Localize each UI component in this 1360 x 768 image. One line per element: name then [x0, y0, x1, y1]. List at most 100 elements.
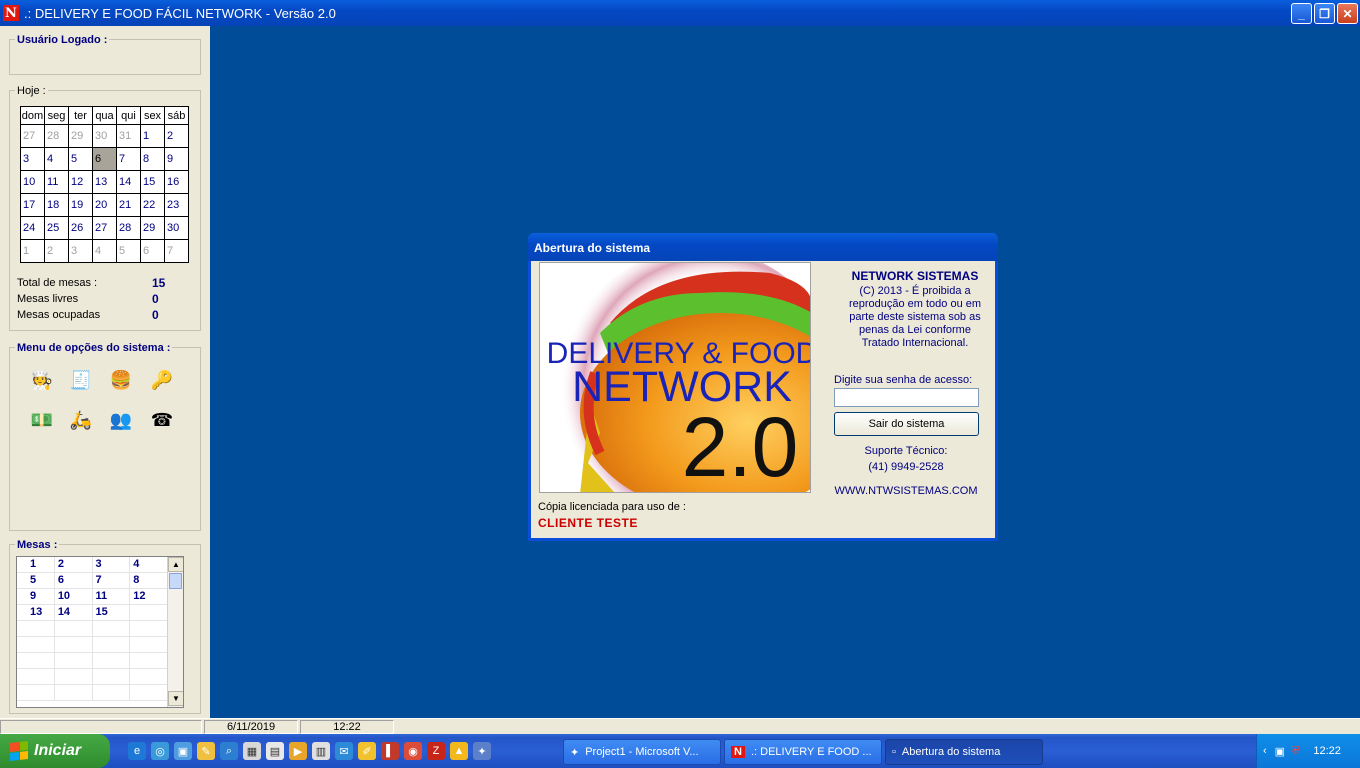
table-cell[interactable]: 14: [55, 605, 93, 620]
table-cell[interactable]: [93, 653, 131, 668]
dialog-title[interactable]: Abertura do sistema: [528, 233, 998, 261]
calendar-day[interactable]: 3: [20, 147, 45, 171]
calendar-day[interactable]: 9: [164, 147, 189, 171]
table-cell[interactable]: 4: [130, 557, 169, 572]
table-cell[interactable]: [55, 669, 93, 684]
table-cell[interactable]: [17, 637, 55, 652]
calendar-day[interactable]: 29: [68, 124, 93, 148]
tables-scrollbar[interactable]: ▲ ▼: [167, 557, 183, 707]
document-icon[interactable]: ▤: [266, 742, 284, 760]
table-cell[interactable]: 8: [130, 573, 169, 588]
warning-icon[interactable]: ▲: [450, 742, 468, 760]
desktop-icon[interactable]: ▣: [174, 742, 192, 760]
calendar-day[interactable]: 16: [164, 170, 189, 194]
mail-icon[interactable]: ✉: [335, 742, 353, 760]
calendar-day[interactable]: 18: [44, 193, 69, 217]
notepad-icon[interactable]: ✎: [197, 742, 215, 760]
cash-register-icon[interactable]: 🧾: [69, 368, 93, 392]
scroll-up-arrow-icon[interactable]: ▲: [168, 557, 183, 572]
table-cell[interactable]: [130, 653, 169, 668]
calendar-day[interactable]: 27: [92, 216, 117, 240]
table-cell[interactable]: 15: [93, 605, 131, 620]
calendar-day[interactable]: 25: [44, 216, 69, 240]
calendar-day[interactable]: 30: [164, 216, 189, 240]
calendar-day[interactable]: 4: [92, 239, 117, 263]
calendar-day[interactable]: 10: [20, 170, 45, 194]
tray-expand-icon[interactable]: ‹: [1263, 745, 1267, 757]
tables-grid[interactable]: 1 2 3 4 5 6 7 8 9 10 11 12 13 14 15 ▲ ▼: [16, 556, 184, 708]
calendar-day[interactable]: 1: [140, 124, 165, 148]
browser-icon[interactable]: ◎: [151, 742, 169, 760]
table-cell[interactable]: [55, 621, 93, 636]
table-cell[interactable]: 2: [55, 557, 93, 572]
table-cell[interactable]: 5: [17, 573, 55, 588]
taskbar-button-abertura[interactable]: ▫ Abertura do sistema: [885, 739, 1043, 765]
calendar-day[interactable]: 12: [68, 170, 93, 194]
ie-icon[interactable]: e: [128, 742, 146, 760]
restore-button[interactable]: ❐: [1314, 3, 1335, 24]
calendar-day[interactable]: 2: [44, 239, 69, 263]
calendar-day[interactable]: 21: [116, 193, 141, 217]
key-icon[interactable]: 🔑: [150, 368, 174, 392]
calendar[interactable]: dom seg ter qua qui sex sáb 27 28 29 30 …: [20, 106, 189, 263]
scooter-icon[interactable]: 🛵: [69, 408, 93, 432]
calendar-day[interactable]: 15: [140, 170, 165, 194]
table-cell[interactable]: 12: [130, 589, 169, 604]
calendar-day[interactable]: 11: [44, 170, 69, 194]
calendar-day[interactable]: 24: [20, 216, 45, 240]
calendar-day[interactable]: 3: [68, 239, 93, 263]
table-cell[interactable]: [93, 621, 131, 636]
calendar-day[interactable]: 5: [116, 239, 141, 263]
calendar-day[interactable]: 1: [20, 239, 45, 263]
table-cell[interactable]: 11: [93, 589, 131, 604]
vb-project-icon[interactable]: ✦: [473, 742, 491, 760]
table-cell[interactable]: 7: [93, 573, 131, 588]
table-cell[interactable]: [93, 685, 131, 700]
password-input[interactable]: [834, 388, 979, 407]
calendar-day[interactable]: 4: [44, 147, 69, 171]
chef-icon[interactable]: 🧑‍🍳: [30, 368, 54, 392]
books-icon[interactable]: ▌: [381, 742, 399, 760]
table-cell[interactable]: 9: [17, 589, 55, 604]
money-icon[interactable]: 💵: [30, 408, 54, 432]
table-cell[interactable]: 3: [93, 557, 131, 572]
calendar-day[interactable]: 13: [92, 170, 117, 194]
calendar-day[interactable]: 29: [140, 216, 165, 240]
calendar-day[interactable]: 20: [92, 193, 117, 217]
exit-system-button[interactable]: Sair do sistema: [834, 412, 979, 436]
calendar-day[interactable]: 19: [68, 193, 93, 217]
table-cell[interactable]: [55, 685, 93, 700]
table-cell[interactable]: [130, 621, 169, 636]
chrome-icon[interactable]: ◉: [404, 742, 422, 760]
website-link[interactable]: WWW.NTWSISTEMAS.COM: [833, 485, 979, 497]
archive-icon[interactable]: ▥: [312, 742, 330, 760]
calendar-day[interactable]: 6: [140, 239, 165, 263]
scroll-thumb[interactable]: [169, 573, 182, 589]
taskbar-button-delivery[interactable]: N .: DELIVERY E FOOD ...: [724, 739, 882, 765]
pencil-icon[interactable]: ✐: [358, 742, 376, 760]
calendar-day[interactable]: 17: [20, 193, 45, 217]
calendar-day[interactable]: 7: [164, 239, 189, 263]
calendar-day[interactable]: 14: [116, 170, 141, 194]
calendar-day-today[interactable]: 6: [92, 147, 117, 171]
close-button[interactable]: ✕: [1337, 3, 1358, 24]
table-cell[interactable]: [130, 669, 169, 684]
calendar-day[interactable]: 28: [116, 216, 141, 240]
calendar-day[interactable]: 7: [116, 147, 141, 171]
minimize-button[interactable]: _: [1291, 3, 1312, 24]
table-cell[interactable]: [17, 669, 55, 684]
table-cell[interactable]: 10: [55, 589, 93, 604]
table-cell[interactable]: [93, 637, 131, 652]
table-cell[interactable]: [55, 637, 93, 652]
network-icon[interactable]: ▣: [1275, 745, 1285, 758]
table-cell[interactable]: 1: [17, 557, 55, 572]
main-title-bar[interactable]: N .: DELIVERY E FOOD FÁCIL NETWORK - Ver…: [0, 0, 1360, 26]
table-cell[interactable]: [130, 685, 169, 700]
calendar-day[interactable]: 27: [20, 124, 45, 148]
table-cell[interactable]: [55, 653, 93, 668]
taskbar-button-project1[interactable]: ✦ Project1 - Microsoft V...: [563, 739, 721, 765]
users-icon[interactable]: 👥: [109, 408, 133, 432]
table-cell[interactable]: [17, 621, 55, 636]
calendar-day[interactable]: 23: [164, 193, 189, 217]
calendar-day[interactable]: 26: [68, 216, 93, 240]
